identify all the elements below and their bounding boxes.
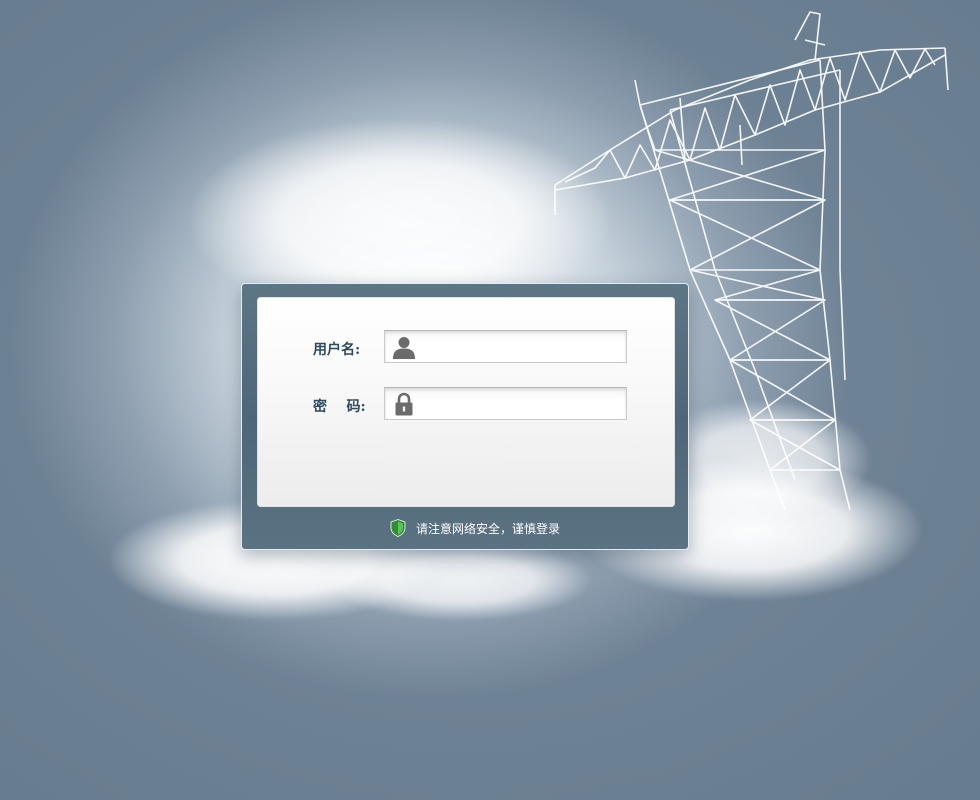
login-dialog: 用户名: 密 码: 请注意网络安全，谨慎登录: [241, 283, 689, 550]
security-notice-text: 请注意网络安全，谨慎登录: [416, 521, 561, 536]
username-label: 用户名:: [313, 342, 361, 358]
username-input[interactable]: [421, 331, 624, 362]
password-input[interactable]: [421, 388, 624, 419]
password-field[interactable]: [384, 387, 627, 420]
username-field[interactable]: [384, 330, 627, 363]
security-notice: 请注意网络安全，谨慎登录: [390, 519, 560, 537]
login-form-panel: 用户名: 密 码:: [257, 297, 675, 507]
shield-icon: [390, 519, 406, 537]
cloud-center: [330, 540, 590, 620]
lock-icon: [395, 392, 413, 416]
password-label: 密 码:: [313, 399, 366, 415]
user-icon: [393, 337, 415, 359]
